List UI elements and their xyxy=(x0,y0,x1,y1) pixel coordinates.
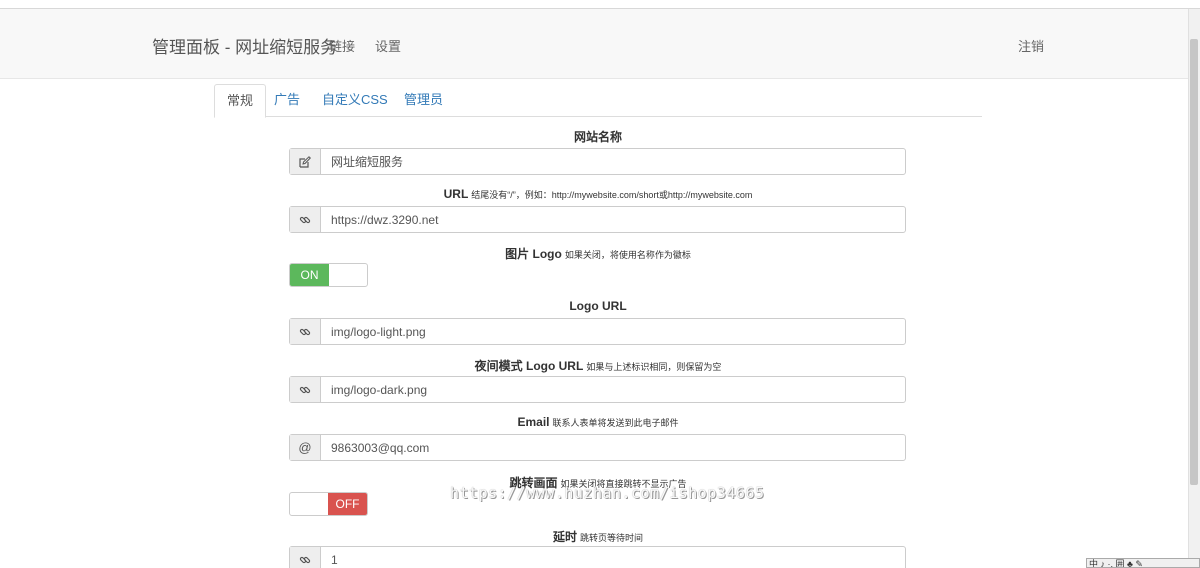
brand-title[interactable]: 管理面板 - 网址缩短服务 xyxy=(152,33,337,58)
url-label-text: URL xyxy=(443,187,469,201)
dark-logo-url-input[interactable] xyxy=(321,377,905,402)
delay-input[interactable] xyxy=(321,547,905,568)
at-sign-icon: @ xyxy=(290,435,321,460)
toggle-on-state: ON xyxy=(290,264,329,286)
dark-logo-url-label-text: 夜间模式 Logo URL xyxy=(474,359,584,373)
email-label: Email 联系人表单将发送到此电子邮件 xyxy=(290,415,906,429)
image-logo-label-text: 图片 Logo xyxy=(505,247,562,261)
page-scrollbar[interactable] xyxy=(1188,9,1200,568)
url-input[interactable] xyxy=(321,207,905,232)
top-navbar: 管理面板 - 网址缩短服务 链接 设置 注销 xyxy=(0,9,1188,79)
logo-url-label-text: Logo URL xyxy=(569,299,627,313)
tab-custom-css[interactable]: 自定义CSS xyxy=(310,84,400,117)
link-icon xyxy=(290,319,321,344)
nav-link-links[interactable]: 链接 xyxy=(329,36,355,55)
email-field-group: @ xyxy=(289,434,906,461)
site-name-field-group xyxy=(289,148,906,175)
image-logo-toggle[interactable]: ON xyxy=(289,263,368,287)
email-label-text: Email xyxy=(517,415,550,429)
tab-general[interactable]: 常规 xyxy=(214,84,267,118)
url-field-group xyxy=(289,206,906,233)
edit-icon xyxy=(290,149,321,174)
logo-url-label: Logo URL xyxy=(290,299,906,313)
url-hint: 结尾没有“/”，例如：http://mywebsite.com/short或ht… xyxy=(471,190,753,200)
toggle-off-state: OFF xyxy=(328,493,367,515)
ime-toolbar-icons: 中 ♪ ·, 囲 ♣ ✎ xyxy=(1089,558,1143,568)
email-hint: 联系人表单将发送到此电子邮件 xyxy=(552,418,679,428)
delay-label-text: 延时 xyxy=(552,530,577,544)
delay-field-group xyxy=(289,546,906,568)
dark-logo-url-hint: 如果与上述标识相同，则保留为空 xyxy=(586,362,722,372)
scrollbar-thumb[interactable] xyxy=(1190,39,1198,485)
email-input[interactable] xyxy=(321,435,905,460)
dark-logo-url-label: 夜间模式 Logo URL 如果与上述标识相同，则保留为空 xyxy=(290,357,906,374)
url-label: URL 结尾没有“/”，例如：http://mywebsite.com/short… xyxy=(290,187,906,201)
tab-admins[interactable]: 管理员 xyxy=(392,84,455,117)
link-icon xyxy=(290,207,321,232)
watermark-text: https://www.huzhan.com/ishop34665 xyxy=(450,484,765,502)
nav-link-settings[interactable]: 设置 xyxy=(375,36,401,55)
image-logo-hint: 如果关闭，将使用名称作为徽标 xyxy=(564,250,691,260)
splash-toggle[interactable]: OFF xyxy=(289,492,368,516)
tab-ads[interactable]: 广告 xyxy=(262,84,312,117)
delay-hint: 跳转页等待时间 xyxy=(580,533,644,543)
logout-link[interactable]: 注销 xyxy=(1018,36,1044,55)
site-name-label-text: 网站名称 xyxy=(573,130,622,144)
link-icon xyxy=(290,547,321,568)
dark-logo-url-field-group xyxy=(289,376,906,403)
site-name-input[interactable] xyxy=(321,149,905,174)
site-name-label: 网站名称 xyxy=(290,128,906,145)
logo-url-field-group xyxy=(289,318,906,345)
delay-label: 延时 跳转页等待时间 xyxy=(290,528,906,545)
settings-tabs: 常规 广告 自定义CSS 管理员 xyxy=(214,84,982,118)
ime-toolbar[interactable]: 中 ♪ ·, 囲 ♣ ✎ xyxy=(1086,558,1200,568)
logo-url-input[interactable] xyxy=(321,319,905,344)
image-logo-label: 图片 Logo 如果关闭，将使用名称作为徽标 xyxy=(290,245,906,262)
link-icon xyxy=(290,377,321,402)
browser-bookmarks-strip xyxy=(0,0,1200,9)
